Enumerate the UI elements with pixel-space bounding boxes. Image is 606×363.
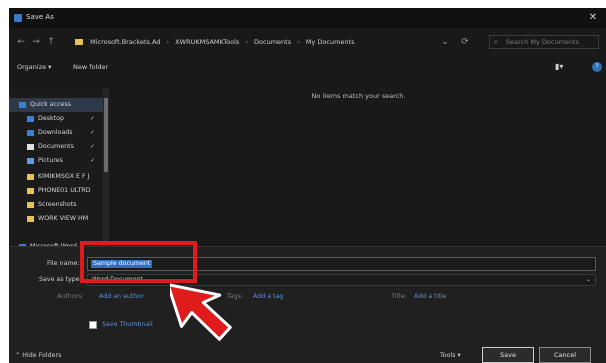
star-icon: [19, 102, 26, 108]
nav-scrollbar-thumb[interactable]: [104, 98, 108, 172]
chevron-right-icon: ›: [166, 38, 170, 46]
sidebar-item-label: Desktop: [38, 115, 64, 122]
empty-message: No items match your search.: [311, 92, 406, 100]
sidebar-item-label: Screenshots: [38, 201, 77, 208]
file-list[interactable]: No items match your search.: [111, 86, 606, 256]
forward-button[interactable]: →: [30, 35, 42, 49]
search-placeholder: Search My Documents: [506, 38, 579, 46]
pictures-icon: [27, 158, 34, 164]
close-button[interactable]: ✕: [586, 11, 600, 25]
sidebar-item-label: Quick access: [30, 101, 72, 108]
authors-field[interactable]: Add an author: [99, 293, 144, 300]
title-field[interactable]: Add a title: [414, 293, 446, 300]
dialog-title: Save As: [26, 13, 54, 21]
save-thumbnail-checkbox[interactable]: [89, 321, 97, 329]
save-button[interactable]: Save: [482, 347, 534, 363]
folder-icon: [27, 174, 34, 180]
save-thumbnail-label[interactable]: Save Thumbnail: [102, 321, 153, 328]
refresh-button[interactable]: ⟳: [459, 35, 471, 49]
pin-icon: ✓: [89, 157, 95, 164]
sidebar-item-label: WORK VIEW HM: [38, 215, 89, 222]
download-icon: [27, 130, 34, 136]
folder-icon: [27, 188, 34, 194]
address-dropdown-icon[interactable]: ⌄: [439, 35, 451, 49]
sidebar-item[interactable]: Documents ✓: [9, 140, 103, 154]
hide-folders-button[interactable]: ⌃ Hide Folders: [15, 352, 61, 359]
chevron-right-icon: ›: [245, 38, 248, 46]
sidebar-item[interactable]: KIMIKMSGX E F J: [9, 170, 103, 184]
breadcrumb-item[interactable]: XWRUKMSAMKTools: [175, 35, 239, 49]
sidebar-item-label: Pictures: [38, 157, 63, 164]
sidebar-item[interactable]: Downloads ✓: [9, 126, 103, 140]
pin-icon: ✓: [89, 129, 95, 136]
sidebar-item-label: Documents: [38, 143, 74, 150]
view-options-icon[interactable]: ▮▾: [555, 60, 563, 74]
save-as-dialog: Save As ✕ ← → ↑ Microsoft.Brackets.Ad › …: [9, 8, 606, 363]
folder-icon: [27, 202, 34, 208]
document-icon: [27, 144, 34, 150]
back-button[interactable]: ←: [15, 35, 27, 49]
screenshot-frame: Save As ✕ ← → ↑ Microsoft.Brackets.Ad › …: [0, 0, 606, 363]
pin-icon: ✓: [89, 143, 95, 150]
cancel-button[interactable]: Cancel: [539, 347, 591, 363]
word-app-icon: [14, 14, 22, 22]
breadcrumb-item[interactable]: Microsoft.Brackets.Ad: [90, 35, 160, 49]
title-label: Title:: [391, 293, 407, 300]
toolbar: Organize ▾ New folder ▮▾ ?: [9, 58, 606, 76]
file-name-label: File name:: [47, 260, 80, 267]
annotation-arrow-icon: [170, 283, 232, 341]
save-type-label: Save as type:: [39, 276, 82, 283]
address-row: ← → ↑ Microsoft.Brackets.Ad › XWRUKMSAMK…: [9, 32, 606, 52]
nav-scrollbar[interactable]: [103, 88, 109, 248]
chevron-down-icon: ⌄: [585, 276, 591, 283]
breadcrumb-item[interactable]: My Documents: [306, 35, 355, 49]
sidebar-item[interactable]: Quick access: [9, 98, 103, 112]
new-folder-button[interactable]: New folder: [73, 60, 108, 74]
up-button[interactable]: ↑: [45, 35, 57, 49]
breadcrumb[interactable]: Microsoft.Brackets.Ad › XWRUKMSAMKTools …: [75, 35, 465, 49]
search-input[interactable]: ⌕ Search My Documents: [489, 35, 599, 49]
sidebar-item-label: PHONE01 ULTRD: [38, 187, 91, 194]
title-bar: Save As ✕: [9, 8, 606, 28]
sidebar-item-label: KIMIKMSGX E F J: [38, 173, 90, 180]
pin-icon: ✓: [89, 115, 95, 122]
search-icon: ⌕: [494, 38, 498, 46]
sidebar-item[interactable]: Screenshots: [9, 198, 103, 212]
tools-dropdown[interactable]: Tools ▾: [440, 352, 461, 359]
sidebar-item-label: Downloads: [38, 129, 73, 136]
sidebar-item[interactable]: PHONE01 ULTRD: [9, 184, 103, 198]
sidebar-item[interactable]: Pictures ✓: [9, 154, 103, 168]
chevron-right-icon: ›: [297, 38, 300, 46]
authors-label: Authors:: [57, 293, 84, 300]
folder-icon: [75, 39, 83, 45]
organize-button[interactable]: Organize ▾: [17, 60, 51, 74]
sidebar-item[interactable]: WORK VIEW HM: [9, 212, 103, 226]
sidebar-item[interactable]: Desktop ✓: [9, 112, 103, 126]
help-icon[interactable]: ?: [592, 62, 602, 72]
breadcrumb-item[interactable]: Documents: [254, 35, 291, 49]
navigation-pane: Microsoft WordWORK VIEW HMScreenshotsPHO…: [9, 88, 109, 258]
desktop-icon: [27, 116, 34, 122]
folder-icon: [27, 216, 34, 222]
